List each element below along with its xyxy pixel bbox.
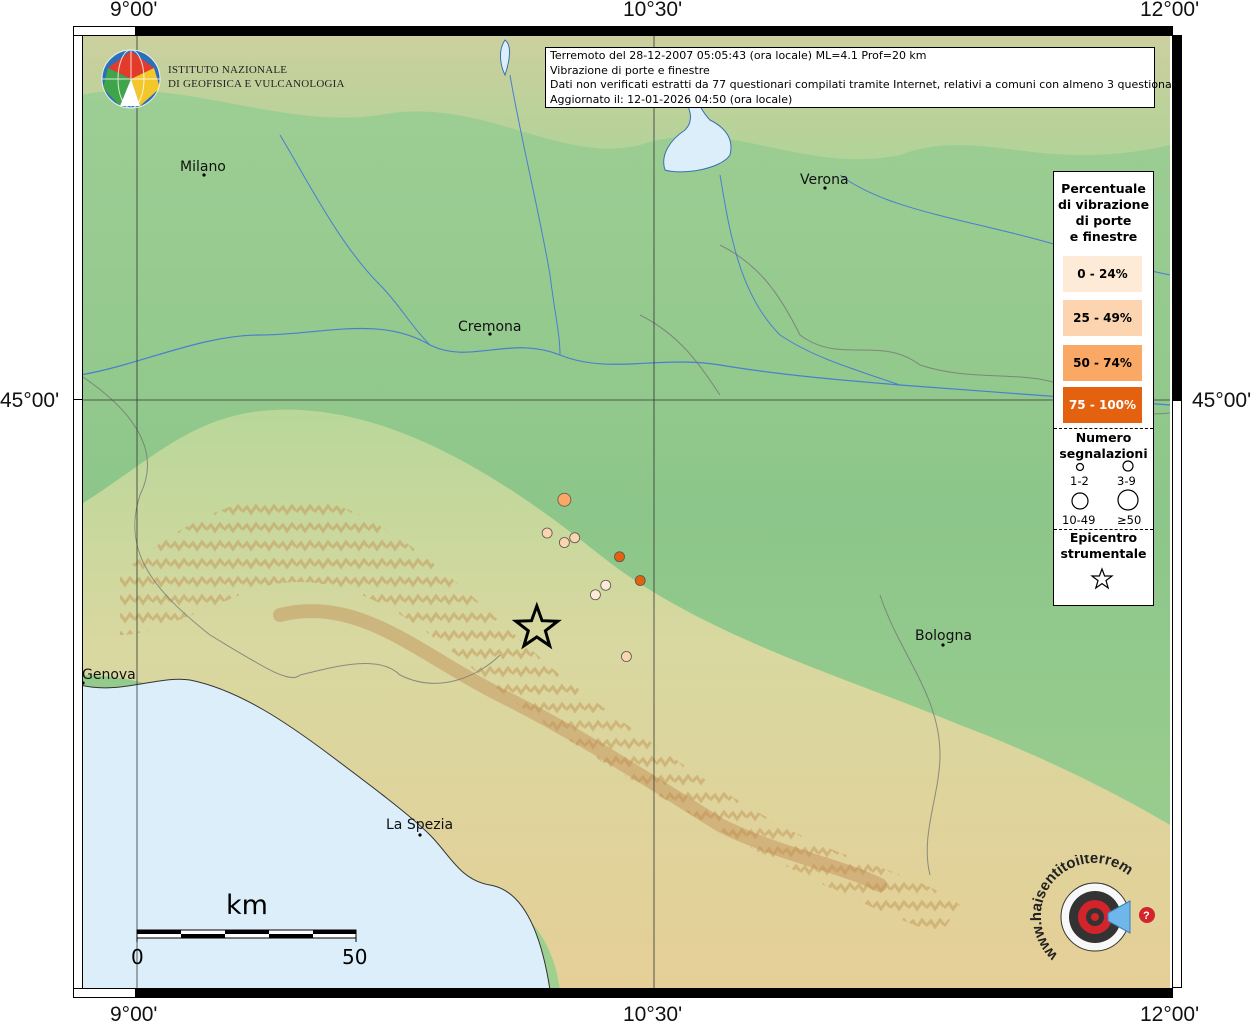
size-symbol-10-49 bbox=[1071, 492, 1089, 510]
scale-bar bbox=[136, 929, 357, 942]
ingv-globe-icon bbox=[101, 49, 161, 109]
legend-title-line3: di porte bbox=[1075, 213, 1132, 228]
event-info-box: Terremoto del 28-12-2007 05:05:43 (ora l… bbox=[545, 47, 1183, 108]
size-label-50: ≥50 bbox=[1117, 513, 1142, 527]
city-label-genova: Genova bbox=[82, 667, 136, 683]
observation-point bbox=[634, 575, 646, 586]
frame-bottom-bar bbox=[136, 988, 1173, 998]
legend-title-line1: Percentuale bbox=[1061, 181, 1146, 196]
observation-point bbox=[557, 492, 572, 507]
legend-class-1: 25 - 49% bbox=[1063, 300, 1142, 336]
legend-class-label: 75 - 100% bbox=[1068, 398, 1137, 412]
observation-point bbox=[541, 527, 553, 539]
size-symbol-3-9 bbox=[1122, 460, 1134, 472]
event-line: Terremoto del 28-12-2007 05:05:43 (ora l… bbox=[550, 49, 927, 62]
legend-title-line2: di vibrazione bbox=[1057, 197, 1150, 212]
frame-bottom-left bbox=[73, 988, 136, 998]
frame-right-lower bbox=[1172, 400, 1182, 988]
coord-bottom-left: 9°00' bbox=[110, 1003, 158, 1026]
size-label-1-2: 1-2 bbox=[1070, 474, 1089, 488]
observation-point bbox=[569, 532, 581, 544]
event-subtitle: Vibrazione di porte e finestre bbox=[550, 63, 710, 77]
ingv-logo-text: ISTITUTO NAZIONALE DI GEOFISICA E VULCAN… bbox=[168, 63, 345, 91]
legend-epi-line1: Epicentro bbox=[1069, 530, 1138, 545]
topographic-map bbox=[80, 35, 1170, 990]
legend-class-label: 50 - 74% bbox=[1073, 356, 1132, 370]
legend-class-0: 0 - 24% bbox=[1063, 256, 1142, 292]
legend-title-line4: e finestre bbox=[1069, 229, 1138, 244]
observation-point bbox=[614, 551, 625, 563]
scale-end: 50 bbox=[342, 945, 368, 969]
legend-divider bbox=[1054, 428, 1153, 429]
size-symbol-1-2 bbox=[1075, 462, 1085, 472]
legend-class-3: 75 - 100% bbox=[1063, 387, 1142, 423]
ingv-line1: ISTITUTO NAZIONALE bbox=[168, 64, 288, 76]
legend-title: Percentuale di vibrazione di porte e fin… bbox=[1054, 181, 1153, 245]
city-label-cremona: Cremona bbox=[458, 319, 522, 335]
legend-class-label: 0 - 24% bbox=[1077, 267, 1128, 281]
legend-panel: Percentuale di vibrazione di porte e fin… bbox=[1053, 171, 1154, 606]
scale-start: 0 bbox=[131, 945, 144, 969]
city-label-verona: Verona bbox=[800, 172, 849, 188]
event-notes: Dati non verificati estratti da 77 quest… bbox=[550, 78, 1183, 91]
target-center-icon bbox=[1091, 913, 1099, 921]
observation-point bbox=[558, 537, 570, 548]
coord-bottom-right: 12°00' bbox=[1140, 1003, 1200, 1026]
epicenter-star-icon bbox=[1090, 567, 1114, 590]
ingv-line2: DI GEOFISICA E VULCANOLOGIA bbox=[168, 78, 345, 90]
observation-point bbox=[621, 651, 632, 662]
coord-left-lat: 45°00' bbox=[0, 389, 60, 412]
legend-epi-title: Epicentro strumentale bbox=[1054, 530, 1153, 562]
svg-text:?: ? bbox=[1143, 910, 1150, 922]
observation-point bbox=[590, 589, 601, 601]
scale-unit: km bbox=[226, 890, 268, 921]
coord-bottom-mid: 10°30' bbox=[623, 1003, 683, 1026]
size-label-10-49: 10-49 bbox=[1062, 513, 1096, 527]
coord-top-left: 9°00' bbox=[110, 0, 158, 21]
city-label-milano: Milano bbox=[180, 159, 226, 175]
size-label-3-9: 3-9 bbox=[1117, 474, 1136, 488]
legend-count-line1: Numero bbox=[1075, 430, 1132, 445]
size-symbol-50 bbox=[1117, 489, 1139, 511]
coord-top-right: 12°00' bbox=[1140, 0, 1200, 21]
frame-left-upper bbox=[73, 35, 83, 400]
city-label-bologna: Bologna bbox=[915, 628, 972, 644]
coord-top-mid: 10°30' bbox=[623, 0, 683, 21]
frame-top-bar bbox=[136, 26, 1173, 36]
haisentito-logo: ? www.haisentitoilterremoto.it bbox=[1030, 855, 1155, 965]
legend-epi-line2: strumentale bbox=[1060, 546, 1147, 561]
legend-class-2: 50 - 74% bbox=[1063, 345, 1142, 381]
observation-point bbox=[600, 579, 612, 591]
coord-right-lat: 45°00' bbox=[1192, 389, 1252, 412]
city-label-la-spezia: La Spezia bbox=[386, 817, 454, 833]
event-updated: Aggiornato il: 12-01-2026 04:50 (ora loc… bbox=[550, 92, 793, 106]
legend-class-label: 25 - 49% bbox=[1073, 311, 1132, 325]
